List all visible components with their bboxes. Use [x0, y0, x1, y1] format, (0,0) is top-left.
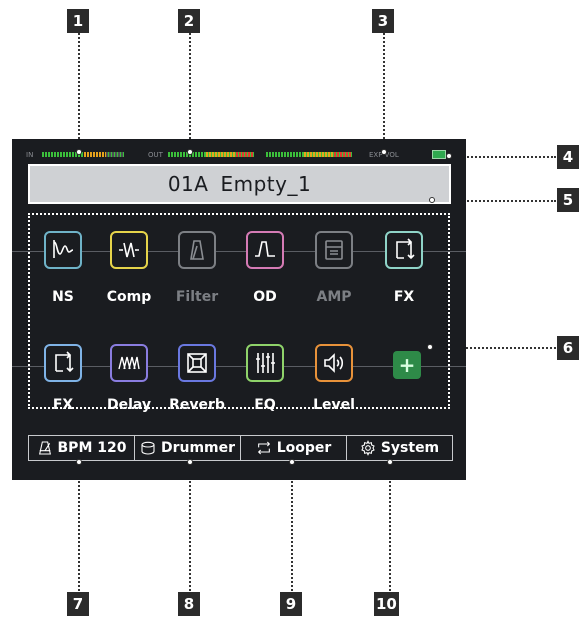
preset-number: 01A: [167, 172, 209, 196]
callout-dot-2: [187, 149, 193, 155]
reverb-icon: [187, 353, 207, 373]
leader-line-8: [189, 462, 191, 591]
tab-bpm-label: BPM 120: [57, 440, 127, 456]
eq-icon: [256, 353, 275, 373]
callout-3: 3: [372, 9, 394, 33]
block-od[interactable]: [246, 231, 284, 269]
loop-icon: [257, 441, 270, 455]
block-comp[interactable]: [110, 231, 148, 269]
leader-line-9: [291, 462, 293, 591]
block-eq-label: EQ: [254, 397, 276, 413]
metronome-icon: [38, 441, 51, 455]
tab-looper-label: Looper: [276, 440, 332, 456]
block-comp-label: Comp: [106, 289, 152, 305]
tab-looper[interactable]: Looper: [241, 436, 347, 460]
leader-line-1: [78, 33, 80, 151]
drum-icon: [141, 441, 155, 455]
callout-9: 9: [280, 592, 302, 616]
block-fx-2-label: FX: [52, 397, 74, 413]
callout-dot-3: [381, 149, 387, 155]
input-meter-label: IN: [26, 151, 34, 159]
block-fx-1-label: FX: [393, 289, 415, 305]
callout-7: 7: [67, 592, 89, 616]
output-meter-label: OUT: [148, 151, 163, 159]
fx-loop-icon: [396, 238, 415, 260]
callout-10: 10: [374, 592, 399, 616]
level-icon: [324, 353, 344, 373]
gear-icon: [361, 440, 375, 456]
input-level-meter: [42, 152, 124, 157]
leader-line-10: [389, 462, 391, 591]
block-amp[interactable]: [315, 231, 353, 269]
callout-8: 8: [178, 592, 200, 616]
exp-vol-indicator: [432, 150, 446, 159]
block-ns[interactable]: [44, 231, 82, 269]
callout-dot-9: [289, 459, 295, 465]
block-delay[interactable]: [110, 344, 148, 382]
callout-4: 4: [557, 145, 579, 169]
block-reverb[interactable]: [178, 344, 216, 382]
block-od-label: OD: [253, 289, 277, 305]
callout-dot-6: [427, 344, 433, 350]
leader-line-7: [78, 462, 80, 591]
delay-icon: [118, 356, 140, 370]
tab-drummer[interactable]: Drummer: [135, 436, 241, 460]
block-filter[interactable]: [178, 231, 216, 269]
fx-loop-icon: [55, 351, 74, 373]
block-amp-label: AMP: [316, 289, 352, 305]
preset-name-bar[interactable]: 01A Empty_1: [28, 164, 451, 204]
filter-icon: [190, 240, 204, 260]
block-reverb-label: Reverb: [169, 397, 225, 413]
add-block-button[interactable]: +: [393, 351, 421, 379]
callout-dot-4: [446, 153, 452, 159]
block-fx-2[interactable]: [44, 344, 82, 382]
amp-icon: [325, 240, 343, 260]
tab-system[interactable]: System: [347, 436, 452, 460]
callout-dot-10: [387, 459, 393, 465]
bottom-bar: BPM 120 Drummer Looper System: [28, 435, 453, 461]
callout-2: 2: [178, 9, 200, 33]
overdrive-icon: [255, 241, 275, 257]
callout-5: 5: [557, 188, 579, 212]
device-screen: IN OUT EXP VOL 01A Empty_1 NS Comp Filte…: [12, 139, 466, 480]
noise-gate-icon: [53, 240, 74, 258]
preset-name: Empty_1: [220, 172, 312, 196]
tab-system-label: System: [380, 440, 440, 456]
tab-bpm[interactable]: BPM 120: [29, 436, 135, 460]
callout-dot-1: [76, 149, 82, 155]
block-delay-label: Delay: [106, 397, 152, 413]
leader-line-2: [189, 33, 191, 151]
output-level-meter-left: [168, 152, 254, 157]
tab-drummer-label: Drummer: [160, 440, 236, 456]
callout-dot-8: [187, 459, 193, 465]
block-ns-label: NS: [52, 289, 74, 305]
output-level-meter-right: [266, 152, 352, 157]
block-filter-label: Filter: [175, 289, 219, 305]
callout-dot-5: [429, 197, 435, 203]
callout-dot-7: [76, 459, 82, 465]
block-level-label: Level: [313, 397, 355, 413]
block-level[interactable]: [315, 344, 353, 382]
leader-line-3: [383, 33, 385, 151]
block-fx-1[interactable]: [385, 231, 423, 269]
block-eq[interactable]: [246, 344, 284, 382]
callout-6: 6: [557, 336, 579, 360]
compressor-icon: [119, 242, 139, 258]
callout-1: 1: [67, 9, 89, 33]
